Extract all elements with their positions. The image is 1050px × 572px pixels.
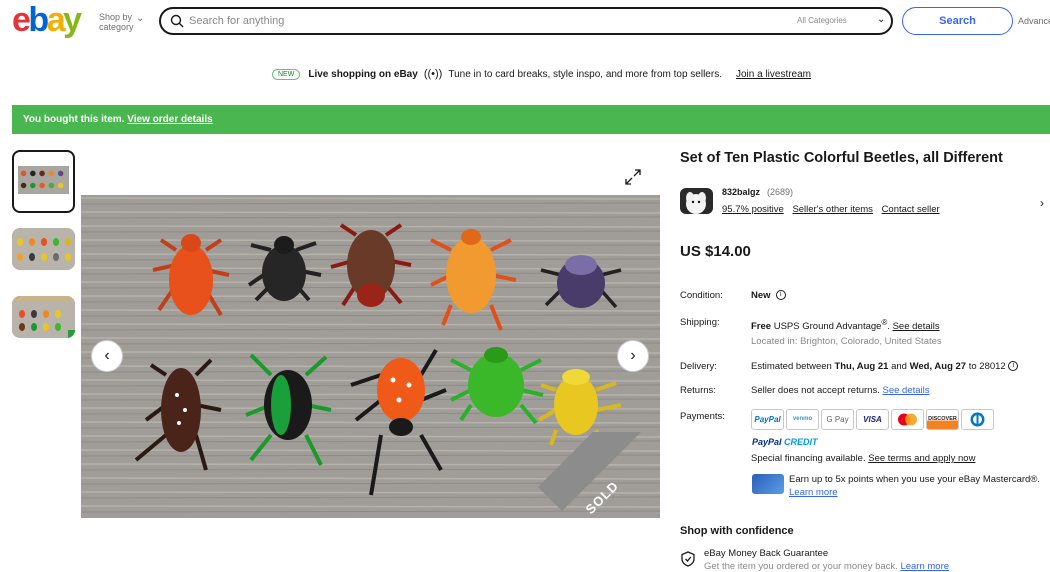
mbg-description: Get the item you ordered or your money b…	[704, 561, 898, 572]
shop-with-confidence-heading: Shop with confidence	[680, 525, 794, 537]
logo-letter-y: y	[63, 1, 82, 39]
search-button[interactable]: Search	[902, 7, 1013, 35]
purchase-banner: You bought this item. View order details	[12, 105, 1050, 134]
next-image-button[interactable]: ›	[617, 340, 649, 372]
delivery-and: and	[891, 361, 907, 372]
seller-links: 95.7% positive Seller's other items Cont…	[722, 204, 946, 215]
promo-title: Live shopping on eBay	[308, 68, 418, 80]
paypal-credit-logo: PayPal CREDIT	[752, 437, 818, 447]
paypal-icon: PayPal	[751, 409, 784, 430]
logo-letter-e: e	[12, 1, 31, 39]
banner-text: You bought this item.	[23, 114, 125, 125]
shield-icon	[681, 551, 695, 567]
item-location: Located in: Brighton, Colorado, United S…	[751, 336, 942, 347]
category-select[interactable]: All Categories	[797, 16, 847, 25]
mastercard-icon	[891, 409, 924, 430]
positive-feedback-link[interactable]: 95.7% positive	[722, 204, 784, 215]
payment-methods: PayPal venmo G Pay VISA DISCOVER	[751, 409, 994, 430]
seller-avatar[interactable]	[680, 188, 713, 214]
beetles-thumbnail-image	[18, 166, 69, 194]
view-order-details-link[interactable]: View order details	[127, 114, 212, 125]
venmo-icon: venmo	[786, 409, 819, 430]
info-icon[interactable]: i	[775, 290, 786, 301]
ebay-logo[interactable]: ebay	[12, 1, 82, 39]
shipping-service: USPS Ground Advantage	[773, 321, 882, 333]
returns-label: Returns:	[680, 385, 716, 396]
returns-value: Seller does not accept returns. See deta…	[751, 385, 930, 396]
financing-terms-link[interactable]: See terms and apply now	[868, 453, 975, 464]
info-icon[interactable]: i	[1008, 361, 1019, 372]
special-financing: Special financing available. See terms a…	[751, 453, 975, 464]
delivery-label: Delivery:	[680, 361, 717, 372]
diners-club-icon	[961, 409, 994, 430]
financing-text: Special financing available.	[751, 453, 866, 464]
shipping-value: Free USPS Ground Advantage®. See details	[751, 318, 940, 333]
money-back-guarantee-text: Get the item you ordered or your money b…	[704, 561, 949, 572]
dog-avatar-image	[680, 188, 713, 214]
paypal-credit-label: CREDIT	[784, 437, 818, 447]
free-label: Free	[751, 321, 772, 333]
join-livestream-link[interactable]: Join a livestream	[736, 69, 811, 80]
mastercard-promo-text: Earn up to 5x points when you use your e…	[789, 474, 1040, 485]
money-back-guarantee-title: eBay Money Back Guarantee	[704, 548, 829, 559]
condition-value: New i	[751, 290, 786, 301]
shop-by-category[interactable]: Shop by category	[99, 12, 134, 32]
thumbnail-1[interactable]	[12, 150, 75, 213]
logo-letter-a: a	[46, 1, 66, 39]
thumbnail-2[interactable]	[12, 228, 75, 270]
returns-text: Seller does not accept returns.	[751, 385, 880, 396]
discover-icon: DISCOVER	[926, 409, 959, 430]
ebay-mastercard-icon	[752, 474, 784, 494]
promo-text: Tune in to card breaks, style inspo, and…	[448, 68, 722, 80]
seller-feedback-count[interactable]: (2689)	[767, 187, 793, 197]
sold-ribbon: SOLD	[518, 432, 678, 572]
sellers-other-items-link[interactable]: Seller's other items	[792, 204, 872, 215]
delivery-value: Estimated between Thu, Aug 21 and Wed, A…	[751, 361, 1019, 372]
chevron-right-icon[interactable]: ›	[1040, 196, 1044, 210]
condition-text: New	[751, 290, 771, 301]
expand-icon[interactable]	[624, 168, 642, 186]
beetles-thumbnail-image	[12, 296, 75, 338]
paypal-credit-brand: PayPal	[752, 437, 782, 447]
returns-see-details-link[interactable]: See details	[883, 385, 930, 396]
registered-mark: ®	[881, 318, 888, 327]
listing-title: Set of Ten Plastic Colorful Beetles, all…	[680, 150, 1003, 166]
chevron-down-icon[interactable]: ⌄	[136, 13, 144, 24]
delivery-zip: to 28012	[968, 361, 1006, 372]
chevron-down-icon[interactable]: ⌄	[877, 14, 885, 25]
thumbnail-3[interactable]	[12, 296, 75, 338]
shop-by-label: Shop by	[99, 12, 133, 22]
search-bar[interactable]: Search for anything All Categories ⌄	[159, 7, 893, 35]
delivery-prefix: Estimated between	[751, 361, 832, 372]
visa-icon: VISA	[856, 409, 889, 430]
search-input[interactable]: Search for anything	[189, 15, 284, 27]
shipping-see-details-link[interactable]: See details	[893, 321, 940, 332]
seller-name[interactable]: 832balgz	[722, 187, 760, 197]
price: US $14.00	[680, 243, 751, 260]
condition-label: Condition:	[680, 290, 723, 301]
google-pay-icon: G Pay	[821, 409, 854, 430]
advanced-search-link[interactable]: Advance	[1018, 16, 1050, 26]
mbg-learn-more-link[interactable]: Learn more	[900, 561, 949, 572]
new-badge: NEW	[272, 68, 301, 80]
payments-label: Payments:	[680, 411, 725, 422]
contact-seller-link[interactable]: Contact seller	[882, 204, 940, 215]
beetles-thumbnail-image	[12, 228, 75, 270]
delivery-end: Wed, Aug 27	[909, 361, 967, 372]
mastercard-learn-more-link[interactable]: Learn more	[789, 487, 838, 498]
logo-letter-b: b	[28, 1, 49, 39]
previous-image-button[interactable]: ‹	[91, 340, 123, 372]
delivery-start: Thu, Aug 21	[834, 361, 889, 372]
live-broadcast-icon: ((•))	[423, 68, 443, 80]
category-label: category	[99, 22, 134, 32]
search-icon	[170, 14, 184, 28]
promo-bar: NEW Live shopping on eBay ((•)) Tune in …	[272, 66, 811, 82]
shipping-label: Shipping:	[680, 317, 720, 328]
